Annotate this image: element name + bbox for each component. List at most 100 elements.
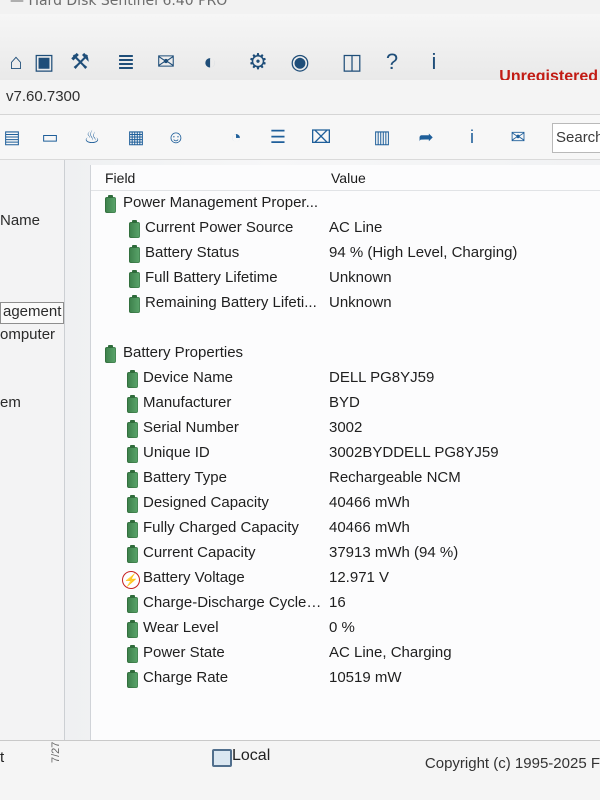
battery-group-row[interactable]: Battery Properties [91, 343, 600, 367]
copyright-text: Copyright (c) 1995-2025 F [424, 755, 600, 772]
local-label: Local [232, 747, 271, 764]
value-unique-id: 3002BYDDELL PG8YJ59 [329, 444, 499, 461]
status-bar: t 7/27 Local Copyright (c) 1995-2025 F [0, 740, 600, 800]
stack-icon[interactable]: ☰ [266, 125, 290, 149]
search-input[interactable]: Search [552, 123, 600, 153]
field-wear-level: Wear Level [143, 619, 219, 636]
table-row[interactable]: Charge Rate 10519 mW [91, 668, 600, 692]
version-bar: v7.60.7300 [0, 80, 600, 115]
field-serial-number: Serial Number [143, 419, 239, 436]
drive-icon[interactable]: ⌂ [2, 48, 30, 76]
report-icon[interactable]: ≣ [112, 48, 140, 76]
table-row[interactable]: Device Name DELL PG8YJ59 [91, 368, 600, 392]
battery-group-label: Battery Properties [123, 344, 244, 361]
table-row[interactable]: Wear Level 0 % [91, 618, 600, 642]
tools-icon[interactable]: ⚒ [66, 48, 94, 76]
value-battery-type: Rechargeable NCM [329, 469, 461, 486]
secondary-toolbar: ▤ ▭ ♨ ▦ ☺ ◔ ☰ ⌧ ▥ ➦ i ✉ Search [0, 115, 600, 160]
settings-icon[interactable]: ⚙ [244, 48, 272, 76]
sidebar-item-management[interactable]: agement [0, 302, 65, 324]
voltage-icon: ⚡ [122, 571, 140, 589]
value-battery-voltage: 12.971 V [329, 569, 390, 586]
field-current-power-source: Current Power Source [145, 219, 294, 236]
table-row[interactable]: Current Power Source AC Line [91, 218, 600, 242]
battery-icon [127, 420, 138, 438]
value-charge-rate: 10519 mW [329, 669, 402, 686]
table-row[interactable]: Unique ID 3002BYDDELL PG8YJ59 [91, 443, 600, 467]
table-row[interactable]: Full Battery Lifetime Unknown [91, 268, 600, 292]
field-current-capacity: Current Capacity [143, 544, 256, 561]
screen: — Hard Disk Sentinel 6.40 PRO ⌂ ▣ ⚒ ≣ ✉ … [0, 0, 600, 800]
device-icon[interactable]: ▤ [0, 125, 24, 149]
table-row[interactable]: Designed Capacity 40466 mWh [91, 493, 600, 517]
table-header: Field Value [91, 165, 600, 191]
user-icon[interactable]: ☺ [164, 125, 188, 149]
title-strip: — Hard Disk Sentinel 6.40 PRO [0, 0, 600, 15]
battery-icon [129, 295, 140, 313]
value-power-state: AC Line, Charging [329, 644, 452, 661]
value-current-power-source: AC Line [329, 219, 383, 236]
sidebar-item-name[interactable]: Name [0, 212, 40, 232]
table-row[interactable]: Battery Status 94 % (High Level, Chargin… [91, 243, 600, 267]
network-icon[interactable]: ▣ [30, 48, 58, 76]
folder-icon[interactable]: ✉ [506, 125, 530, 149]
report-icon[interactable]: ▥ [370, 125, 394, 149]
help-icon[interactable]: ? [378, 48, 406, 76]
status-left-text: t [0, 749, 5, 766]
table-row[interactable]: Charge-Discharge Cycle ... 16 [91, 593, 600, 617]
monitor-icon[interactable]: ▭ [38, 125, 62, 149]
table-row[interactable]: Battery Type Rechargeable NCM [91, 468, 600, 492]
field-designed-capacity: Designed Capacity [143, 494, 269, 511]
table-row[interactable]: Power State AC Line, Charging [91, 643, 600, 667]
value-full-battery-lifetime: Unknown [329, 269, 392, 286]
sidebar-item-system[interactable]: em [0, 394, 21, 414]
globe-icon[interactable]: ◐ [196, 48, 224, 76]
field-unique-id: Unique ID [143, 444, 210, 461]
local-status[interactable]: Local [212, 747, 270, 765]
table-row[interactable]: Current Capacity 37913 mWh (94 %) [91, 543, 600, 567]
value-manufacturer: BYD [329, 394, 360, 411]
battery-icon [105, 345, 116, 363]
time-icon[interactable]: ◔ [224, 125, 248, 149]
mail-icon[interactable]: ✉ [152, 48, 180, 76]
field-charge-rate: Charge Rate [143, 669, 229, 686]
calculator-icon[interactable]: ⌧ [309, 125, 333, 149]
battery-icon [127, 395, 138, 413]
field-battery-type: Battery Type [143, 469, 227, 486]
battery-icon [127, 620, 138, 638]
calendar-icon[interactable]: ▦ [124, 125, 148, 149]
table-row[interactable]: Serial Number 3002 [91, 418, 600, 442]
value-current-capacity: 37913 mWh (94 %) [329, 544, 459, 561]
info-icon[interactable]: i [420, 48, 448, 76]
battery-icon [127, 645, 138, 663]
field-full-battery-lifetime: Full Battery Lifetime [145, 269, 278, 286]
value-serial-number: 3002 [329, 419, 363, 436]
value-designed-capacity: 40466 mWh [329, 494, 410, 511]
table-row[interactable]: ⚡ Battery Voltage 12.971 V [91, 568, 600, 592]
battery-icon [127, 495, 138, 513]
value-remaining-battery-lifetime: Unknown [329, 294, 392, 311]
power-group-row[interactable]: Power Management Proper... [91, 193, 600, 217]
table-row[interactable]: Fully Charged Capacity 40466 mWh [91, 518, 600, 542]
forward-icon[interactable]: ➦ [414, 125, 438, 149]
table-row[interactable]: Remaining Battery Lifeti... Unknown [91, 293, 600, 317]
fire-icon[interactable]: ♨ [80, 125, 104, 149]
sidebar-item-computer[interactable]: omputer [0, 326, 55, 346]
field-charge-discharge-cycle: Charge-Discharge Cycle ... [143, 594, 323, 611]
info-icon[interactable]: i [460, 125, 484, 149]
battery-icon [105, 195, 116, 213]
title-fragment: — Hard Disk Sentinel 6.40 PRO [10, 0, 228, 9]
sidebar: Name agement omputer em [0, 160, 65, 740]
field-fully-charged-capacity: Fully Charged Capacity [143, 519, 299, 536]
field-manufacturer: Manufacturer [143, 394, 232, 411]
battery-icon [127, 370, 138, 388]
battery-icon [129, 245, 140, 263]
table-row[interactable]: Manufacturer BYD [91, 393, 600, 417]
value-wear-level: 0 % [329, 619, 355, 636]
camera-icon[interactable]: ◫ [338, 48, 366, 76]
battery-icon [127, 595, 138, 613]
field-power-state: Power State [143, 644, 225, 661]
battery-icon [127, 670, 138, 688]
battery-icon [127, 445, 138, 463]
speaker-icon[interactable]: ◉ [286, 48, 314, 76]
